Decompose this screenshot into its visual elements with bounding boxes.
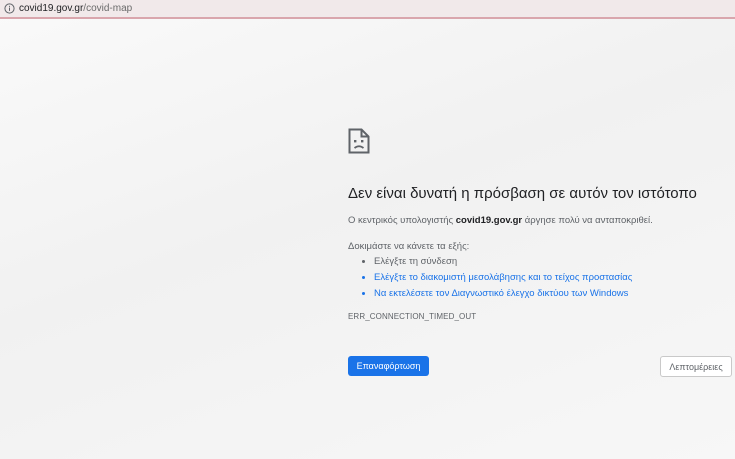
error-title: Δεν είναι δυνατή η πρόσβαση σε αυτόν τον…: [348, 185, 697, 202]
details-button[interactable]: Λεπτομέρειες: [660, 356, 732, 377]
desc-suffix: άργησε πολύ να ανταποκριθεί.: [522, 215, 653, 226]
suggestions-list: Ελέγξτε τη σύνδεση Ελέγξτε το διακομιστή…: [362, 254, 632, 302]
suggestion-run-network-diagnostics[interactable]: Να εκτελέσετε τον Διαγνωστικό έλεγχο δικ…: [374, 286, 632, 302]
url-text[interactable]: covid19.gov.gr/covid-map: [19, 3, 132, 15]
error-description: Ο κεντρικός υπολογιστής covid19.gov.gr ά…: [348, 214, 653, 227]
url-path: /covid-map: [83, 3, 133, 14]
suggestion-check-connection: Ελέγξτε τη σύνδεση: [374, 254, 632, 270]
url-host: covid19.gov.gr: [19, 3, 84, 14]
browser-error-page: covid19.gov.gr/covid-map Δεν είναι δυνατ…: [0, 0, 735, 459]
info-icon[interactable]: [4, 3, 15, 14]
reload-button[interactable]: Επαναφόρτωση: [348, 356, 429, 376]
error-code: ERR_CONNECTION_TIMED_OUT: [348, 312, 477, 321]
sad-page-icon: [348, 128, 370, 154]
desc-host: covid19.gov.gr: [455, 215, 523, 226]
suggestion-check-proxy-firewall[interactable]: Ελέγξτε το διακομιστή μεσολάβησης και το…: [374, 270, 632, 286]
address-bar[interactable]: covid19.gov.gr/covid-map: [0, 0, 735, 19]
desc-prefix: Ο κεντρικός υπολογιστής: [348, 215, 456, 226]
suggestions-heading: Δοκιμάστε να κάνετε τα εξής:: [348, 241, 470, 252]
